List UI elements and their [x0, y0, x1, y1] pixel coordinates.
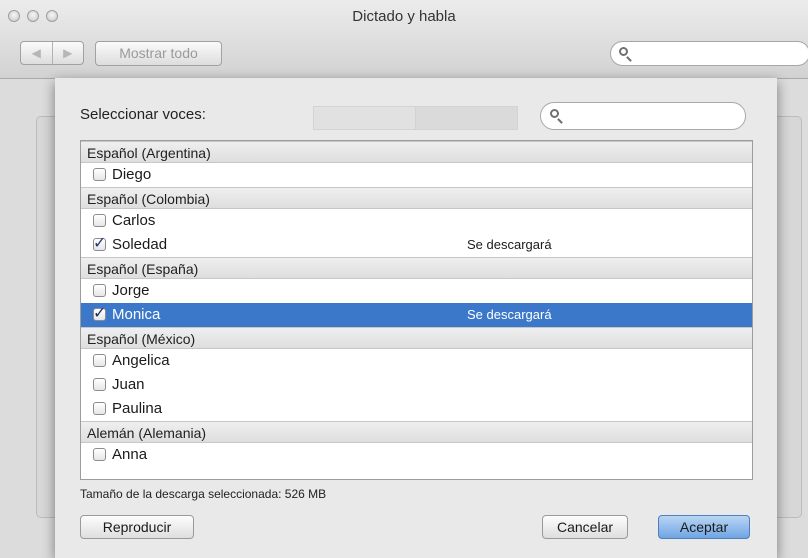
language-group-header: Español (México): [81, 327, 752, 349]
cancel-button[interactable]: Cancelar: [542, 515, 628, 539]
search-icon: [619, 47, 628, 56]
voice-row[interactable]: Paulina: [81, 397, 752, 421]
voice-list[interactable]: Español (Argentina) Diego Español (Colombi…: [80, 140, 753, 480]
voice-row[interactable]: Carlos: [81, 209, 752, 233]
voice-name: Monica: [112, 306, 161, 323]
select-voices-label: Seleccionar voces:: [80, 106, 206, 123]
show-all-button[interactable]: Mostrar todo: [95, 41, 222, 66]
voice-checkbox[interactable]: [93, 354, 106, 367]
window-titlebar: Dictado y habla ◀ ▶ Mostrar todo: [0, 0, 808, 79]
navigation-segment: ◀ ▶: [20, 41, 84, 65]
voice-name: Angelica: [112, 352, 170, 369]
preferences-search-field[interactable]: [610, 41, 808, 66]
voice-checkbox[interactable]: [93, 302, 106, 326]
voice-row[interactable]: Soledad Se descargará: [81, 232, 752, 257]
background-tabs: [313, 106, 518, 130]
voice-checkbox[interactable]: [93, 284, 106, 297]
download-size-label: Tamaño de la descarga seleccionada: 526 …: [80, 487, 327, 501]
voice-checkbox[interactable]: [93, 378, 106, 391]
voice-row[interactable]: Jorge: [81, 279, 752, 303]
language-group-header: Alemán (Alemania): [81, 421, 752, 443]
language-group-header: Español (Colombia): [81, 187, 752, 209]
back-arrow-icon[interactable]: ◀: [21, 42, 52, 64]
voice-name: Carlos: [112, 212, 156, 229]
voice-row[interactable]: Diego: [81, 163, 752, 187]
voice-checkbox[interactable]: [93, 402, 106, 415]
select-voices-sheet: Seleccionar voces: Español (Argentina) Di…: [55, 78, 777, 558]
forward-arrow-icon[interactable]: ▶: [51, 42, 84, 64]
voice-row[interactable]: Anna: [81, 443, 752, 467]
window-title: Dictado y habla: [352, 8, 456, 25]
play-button[interactable]: Reproducir: [80, 515, 194, 539]
voice-name: Diego: [112, 166, 152, 183]
language-group-header: Español (Argentina): [81, 141, 752, 163]
voice-download-status: Se descargará: [467, 237, 552, 252]
voice-row[interactable]: Monica Se descargará: [81, 302, 752, 327]
language-group-header: Español (España): [81, 257, 752, 279]
voice-checkbox[interactable]: [93, 232, 106, 256]
voice-row[interactable]: Angelica: [81, 349, 752, 373]
search-icon: [550, 109, 559, 118]
voice-name: Jorge: [112, 282, 150, 299]
voice-checkbox[interactable]: [93, 448, 106, 461]
voice-row[interactable]: Juan: [81, 373, 752, 397]
accept-button[interactable]: Aceptar: [658, 515, 750, 539]
voice-download-status: Se descargará: [467, 307, 552, 322]
voice-checkbox[interactable]: [93, 168, 106, 181]
voice-name: Soledad: [112, 236, 168, 253]
voice-checkbox[interactable]: [93, 214, 106, 227]
voice-name: Anna: [112, 446, 148, 463]
voice-search-field[interactable]: [540, 102, 746, 130]
voice-name: Paulina: [112, 400, 163, 417]
voice-name: Juan: [112, 376, 145, 393]
